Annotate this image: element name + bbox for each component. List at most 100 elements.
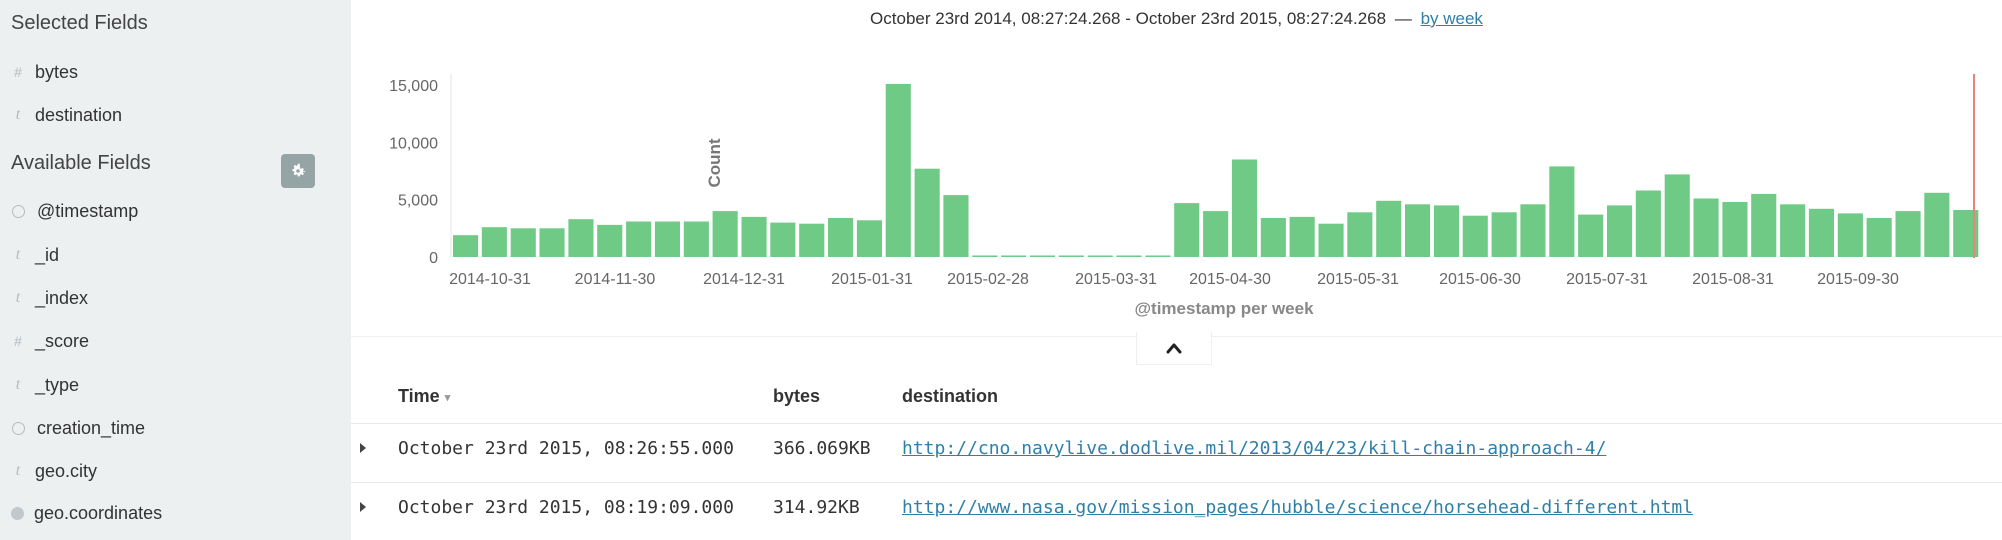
available-field-id[interactable]: t _id bbox=[11, 240, 59, 270]
histogram-bar[interactable] bbox=[943, 195, 969, 257]
histogram-bar[interactable] bbox=[1231, 159, 1257, 258]
available-field-geo-coordinates[interactable]: geo.coordinates bbox=[11, 498, 162, 528]
histogram-bar[interactable] bbox=[654, 221, 680, 258]
histogram-bar[interactable] bbox=[914, 168, 940, 257]
table-row[interactable]: October 23rd 2015, 08:26:55.000 366.069K… bbox=[351, 424, 2002, 480]
histogram-bar[interactable] bbox=[597, 224, 623, 257]
gear-icon bbox=[292, 163, 306, 177]
histogram-bar[interactable] bbox=[1693, 198, 1719, 258]
histogram-bar[interactable] bbox=[1635, 190, 1661, 258]
histogram-bar[interactable] bbox=[770, 222, 796, 257]
field-settings-button[interactable] bbox=[281, 154, 315, 188]
available-field-creation-time[interactable]: creation_time bbox=[11, 413, 145, 443]
histogram-bar[interactable] bbox=[1405, 204, 1431, 257]
available-field-timestamp[interactable]: @timestamp bbox=[11, 196, 138, 226]
histogram-bar[interactable] bbox=[1722, 202, 1748, 257]
histogram-bar[interactable] bbox=[1780, 204, 1806, 257]
selected-field-bytes[interactable]: # bytes bbox=[11, 57, 78, 87]
histogram-bar[interactable] bbox=[1549, 166, 1575, 257]
histogram-bar[interactable] bbox=[972, 255, 998, 258]
histogram-bar[interactable] bbox=[1664, 174, 1690, 257]
expand-row-icon[interactable] bbox=[360, 502, 366, 512]
histogram-bar[interactable] bbox=[1203, 211, 1229, 257]
histogram-bar[interactable] bbox=[626, 221, 652, 258]
table-row[interactable]: October 23rd 2015, 08:19:09.000 314.92KB… bbox=[351, 483, 2002, 539]
field-label: geo.coordinates bbox=[34, 502, 163, 523]
column-header-bytes[interactable]: bytes bbox=[773, 386, 820, 407]
column-header-label: Time bbox=[398, 386, 440, 406]
y-tick-label: 15,000 bbox=[389, 78, 438, 95]
available-field-geo-city[interactable]: t geo.city bbox=[11, 456, 97, 486]
x-tick-label: 2014-12-31 bbox=[703, 271, 785, 288]
field-label: creation_time bbox=[37, 417, 146, 438]
available-field-index[interactable]: t _index bbox=[11, 283, 88, 313]
y-tick-label: 10,000 bbox=[389, 135, 438, 152]
number-type-icon: # bbox=[14, 64, 22, 80]
sort-caret-icon[interactable]: ▾ bbox=[445, 392, 451, 404]
histogram-bar[interactable] bbox=[856, 220, 882, 257]
histogram-bar[interactable] bbox=[741, 216, 767, 257]
histogram-bar[interactable] bbox=[1433, 205, 1459, 257]
histogram-bar[interactable] bbox=[539, 228, 565, 257]
histogram-bar[interactable] bbox=[1578, 214, 1604, 257]
string-type-icon: t bbox=[15, 462, 21, 479]
field-label: bytes bbox=[35, 61, 79, 82]
histogram-bar[interactable] bbox=[568, 219, 594, 257]
histogram-bar[interactable] bbox=[1837, 213, 1863, 257]
histogram-bar[interactable] bbox=[1924, 192, 1950, 257]
field-label: _type bbox=[35, 374, 80, 395]
histogram-bar[interactable] bbox=[1030, 255, 1056, 258]
field-label: _score bbox=[35, 330, 90, 351]
histogram-bar[interactable] bbox=[885, 83, 911, 258]
bars bbox=[453, 83, 1979, 258]
histogram-bar[interactable] bbox=[1347, 212, 1373, 257]
histogram-bar[interactable] bbox=[1491, 212, 1517, 257]
selected-field-destination[interactable]: t destination bbox=[11, 100, 122, 130]
column-header-destination[interactable]: destination bbox=[902, 386, 998, 407]
x-tick-label: 2014-10-31 bbox=[449, 271, 531, 288]
collapse-chart-button[interactable] bbox=[1136, 332, 1212, 365]
histogram-bar[interactable] bbox=[1001, 255, 1027, 258]
histogram-bar[interactable] bbox=[1087, 255, 1113, 258]
cell-destination-link[interactable]: http://www.nasa.gov/mission_pages/hubble… bbox=[902, 497, 1693, 518]
field-label: destination bbox=[35, 104, 123, 125]
histogram-bar[interactable] bbox=[1895, 211, 1921, 257]
histogram-bar[interactable] bbox=[510, 228, 536, 257]
histogram-bar[interactable] bbox=[1607, 205, 1633, 257]
histogram-bar[interactable] bbox=[1751, 193, 1777, 257]
cell-destination-link[interactable]: http://cno.navylive.dodlive.mil/2013/04/… bbox=[902, 438, 1606, 459]
histogram-bar[interactable] bbox=[1520, 204, 1546, 257]
field-sidebar: Selected Fields # bytes t destination Av… bbox=[0, 0, 351, 540]
histogram-bar[interactable] bbox=[1260, 218, 1286, 257]
histogram-bar[interactable] bbox=[1462, 215, 1488, 257]
histogram-bar[interactable] bbox=[828, 218, 854, 257]
histogram-bar[interactable] bbox=[799, 223, 825, 257]
histogram-bar[interactable] bbox=[453, 235, 479, 257]
x-tick-label: 2015-05-31 bbox=[1317, 271, 1399, 288]
histogram-bar[interactable] bbox=[1376, 200, 1402, 257]
histogram-bar[interactable] bbox=[481, 227, 507, 257]
y-tick-label: 5,000 bbox=[398, 193, 438, 210]
histogram-bar[interactable] bbox=[1808, 208, 1834, 257]
x-axis-label: @timestamp per week bbox=[1134, 299, 1314, 318]
column-header-time[interactable]: Time ▾ bbox=[398, 386, 450, 407]
histogram-bar[interactable] bbox=[683, 221, 709, 258]
histogram-bar[interactable] bbox=[1058, 255, 1084, 258]
available-field-type[interactable]: t _type bbox=[11, 370, 79, 400]
expand-row-icon[interactable] bbox=[360, 443, 366, 453]
available-fields-title: Available Fields bbox=[11, 152, 151, 174]
histogram-bar[interactable] bbox=[712, 211, 738, 257]
histogram-chart: 15,00010,0005,0000 2014-10-31 2014-11-30 2… bbox=[389, 74, 1979, 318]
histogram-bar[interactable] bbox=[1116, 255, 1142, 258]
clock-icon bbox=[12, 421, 25, 435]
number-type-icon: # bbox=[14, 333, 22, 349]
histogram-bar[interactable] bbox=[1174, 203, 1200, 257]
x-tick-label: 2014-11-30 bbox=[575, 271, 656, 288]
available-field-score[interactable]: # _score bbox=[11, 326, 89, 356]
histogram-bar[interactable] bbox=[1289, 216, 1315, 257]
histogram-bar[interactable] bbox=[1145, 255, 1171, 258]
histogram-bar[interactable] bbox=[1866, 218, 1892, 257]
x-axis: 2014-10-31 2014-11-30 2014-12-31 2015-01-31… bbox=[449, 271, 1899, 288]
selected-fields-title: Selected Fields bbox=[11, 12, 148, 34]
histogram-bar[interactable] bbox=[1318, 223, 1344, 257]
